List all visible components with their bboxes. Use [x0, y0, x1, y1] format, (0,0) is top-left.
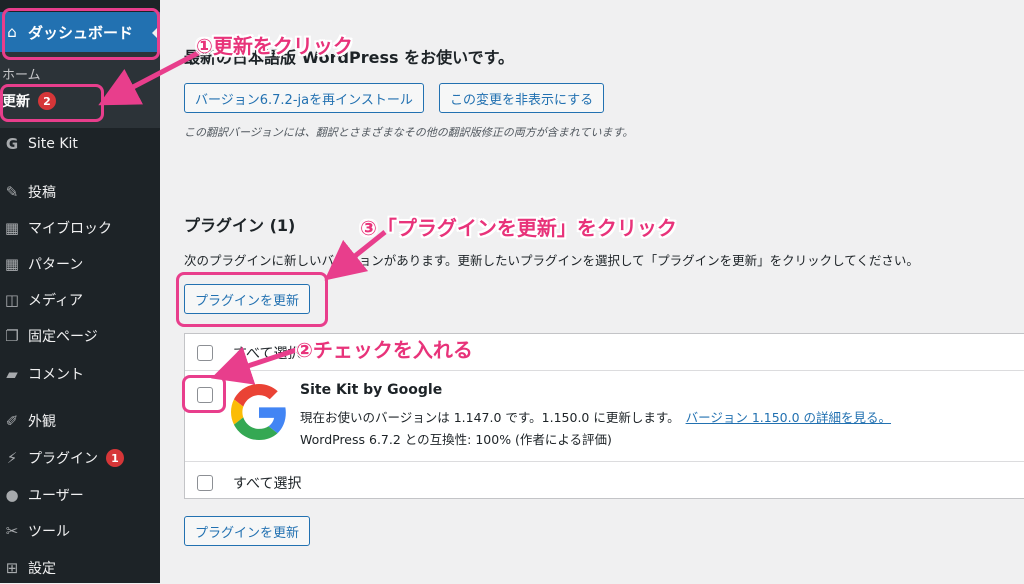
update-plugins-button-bottom[interactable]: プラグインを更新 [184, 516, 311, 546]
select-all-label-top: すべて選択 [233, 346, 302, 362]
settings-icon: ⊞ [5, 559, 19, 577]
sidebar-item-dashboard[interactable]: ⌂ ダッシュボード [0, 12, 160, 52]
plugin-version-info: 現在お使いのバージョンは 1.147.0 です。1.150.0 に更新します。バ… [300, 407, 891, 426]
plugin-compat-text: WordPress 6.7.2 との互換性: 100% (作者による評価) [300, 432, 612, 447]
sidebar-item-tools[interactable]: ✂ ツール [0, 515, 160, 547]
grid-icon: ▦ [4, 255, 20, 273]
sidebar-item-label: Site Kit [28, 136, 78, 152]
sidebar-item-site-kit[interactable]: G Site Kit [0, 128, 160, 160]
sidebar-item-media[interactable]: ◫ メディア [0, 284, 160, 316]
row-divider [185, 461, 1024, 462]
sidebar-item-label: ユーザー [28, 488, 84, 504]
admin-sidebar: ⌂ ダッシュボード ホーム 更新 2 G Site Kit ✎ 投稿 ▦ マイブ… [0, 0, 160, 583]
sidebar-item-label: マイブロック [28, 221, 112, 237]
sidebar-item-label: メディア [28, 293, 84, 309]
pin-icon: ✎ [5, 183, 19, 201]
plugins-table: すべて選択 Site Kit by Google 現在お使いのバージョンは 1.… [184, 333, 1024, 499]
translation-note: この翻訳バージョンには、翻訳とさまざまなその他の翻訳版修正の両方が含まれています… [184, 126, 634, 139]
update-plugins-button-top[interactable]: プラグインを更新 [184, 284, 311, 314]
sidebar-item-label: プラグイン [28, 451, 98, 467]
sidebar-item-my-blocks[interactable]: ▦ マイブロック [0, 212, 160, 244]
sidebar-item-label: ツール [28, 524, 70, 540]
sidebar-item-label: 設定 [28, 561, 56, 577]
translation-heading: 最新の日本語版 WordPress をお使いです。 [184, 48, 514, 67]
main-content: 最新の日本語版 WordPress をお使いです。 バージョン6.7.2-jaを… [160, 0, 1024, 583]
update-count-badge: 2 [38, 92, 56, 110]
sidebar-item-label: 固定ページ [28, 329, 98, 345]
sidebar-item-users[interactable]: ● ユーザー [0, 479, 160, 511]
dashboard-icon: ⌂ [7, 23, 17, 41]
row-divider [185, 370, 1024, 371]
grid-icon: ▦ [4, 219, 20, 237]
google-logo-icon [231, 384, 286, 440]
select-all-checkbox-bottom[interactable] [197, 475, 213, 491]
sidebar-item-appearance[interactable]: ✐ 外観 [0, 405, 160, 437]
brush-icon: ✐ [5, 412, 19, 430]
sidebar-item-label: コメント [28, 367, 84, 383]
sidebar-item-posts[interactable]: ✎ 投稿 [0, 176, 160, 208]
submenu-item-label: 更新 [2, 94, 30, 110]
media-icon: ◫ [4, 291, 20, 309]
sidebar-item-settings[interactable]: ⊞ 設定 [0, 552, 160, 584]
user-icon: ● [5, 486, 19, 504]
sidebar-item-comments[interactable]: ▰ コメント [0, 358, 160, 390]
plugin-details-link[interactable]: バージョン 1.150.0 の詳細を見る。 [686, 410, 891, 425]
plugins-heading: プラグイン (1) [184, 216, 296, 235]
submenu-item-home[interactable]: ホーム [2, 64, 41, 83]
sidebar-item-label: 外観 [28, 414, 56, 430]
sidebar-item-label: パターン [28, 257, 84, 273]
sidebar-item-label: ダッシュボード [28, 23, 134, 42]
select-all-checkbox-top[interactable] [197, 345, 213, 361]
current-menu-arrow [152, 25, 160, 41]
sidebar-item-plugins[interactable]: ⚡ プラグイン 1 [0, 442, 160, 474]
select-all-label-bottom: すべて選択 [233, 476, 302, 492]
reinstall-button[interactable]: バージョン6.7.2-jaを再インストール [184, 83, 424, 113]
sidebar-item-label: 投稿 [28, 185, 56, 201]
site-kit-icon: G [5, 135, 19, 153]
submenu-item-updates[interactable]: 更新 2 [2, 91, 56, 111]
page-icon: ❐ [5, 327, 19, 345]
comment-icon: ▰ [6, 365, 18, 383]
plugin-icon: ⚡ [6, 449, 18, 467]
plugin-update-badge: 1 [106, 449, 124, 467]
plugin-checkbox-site-kit[interactable] [197, 387, 213, 403]
plugin-name: Site Kit by Google [300, 382, 443, 398]
plugins-description: 次のプラグインに新しいバージョンがあります。更新したいプラグインを選択して「プラ… [184, 253, 919, 268]
hide-update-button[interactable]: この変更を非表示にする [439, 83, 605, 113]
sidebar-item-patterns[interactable]: ▦ パターン [0, 248, 160, 280]
sidebar-item-pages[interactable]: ❐ 固定ページ [0, 320, 160, 352]
plugin-version-text: 現在お使いのバージョンは 1.147.0 です。1.150.0 に更新します。 [300, 410, 680, 425]
wrench-icon: ✂ [5, 522, 19, 540]
